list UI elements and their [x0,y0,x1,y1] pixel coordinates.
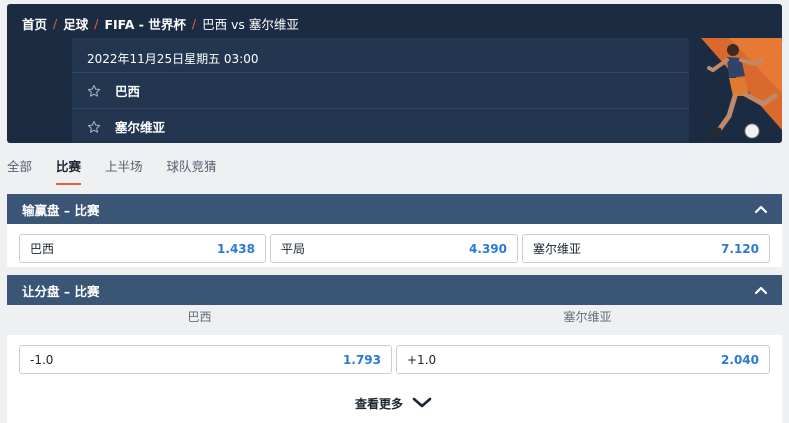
handicap-home-header: 巴西 [187,310,212,324]
market-tabs: 全部 比赛 上半场 球队竞猜 [7,150,241,185]
odds-value: 2.040 [721,352,759,367]
handicap-line: +1.0 [407,352,437,367]
odds-value: 1.793 [343,352,381,367]
breadcrumb-separator: / [53,15,58,31]
tab-first-half[interactable]: 上半场 [105,150,143,185]
breadcrumb-competition[interactable]: FIFA - 世界杯 [104,14,185,33]
breadcrumb-football[interactable]: 足球 [63,14,88,33]
handicap-line: -1.0 [30,352,54,367]
chevron-up-icon[interactable] [754,283,768,297]
odds-value: 4.390 [469,241,507,256]
breadcrumb-match: 巴西 vs 塞尔维亚 [202,16,299,32]
handicap-away-header: 塞尔维亚 [563,310,612,324]
football-player-illustration [701,38,782,139]
match-header: 首页 / 足球 / FIFA - 世界杯 / 巴西 vs 塞尔维亚 2022年1… [7,4,782,143]
breadcrumb: 首页 / 足球 / FIFA - 世界杯 / 巴西 vs 塞尔维亚 [22,13,299,33]
handicap-button-away[interactable]: +1.0 2.040 [396,345,770,374]
tab-all[interactable]: 全部 [7,150,32,185]
team-row-home: 巴西 [72,72,689,108]
handicap-panel-header[interactable]: 让分盘 – 比赛 [7,275,782,305]
home-team-name: 巴西 [115,84,141,99]
odds-label: 巴西 [30,242,55,256]
handicap-title: 让分盘 – 比赛 [22,283,100,299]
odds-value: 7.120 [721,241,759,256]
moneyline-panel-header[interactable]: 输赢盘 – 比赛 [7,194,782,224]
see-more-label: 查看更多 [355,396,404,411]
away-team-name: 塞尔维亚 [115,120,166,135]
moneyline-title: 输赢盘 – 比赛 [22,202,100,218]
match-info: 2022年11月25日星期五 03:00 巴西 塞尔维亚 [72,38,689,143]
tab-match[interactable]: 比赛 [56,150,82,185]
breadcrumb-separator: / [191,15,197,31]
breadcrumb-separator: / [94,15,99,31]
odds-label: 塞尔维亚 [533,242,582,256]
star-icon[interactable] [87,84,101,98]
chevron-down-icon [412,397,432,408]
odds-button-away[interactable]: 塞尔维亚 7.120 [522,234,770,263]
tab-team-props[interactable]: 球队竞猜 [167,150,217,185]
odds-value: 1.438 [217,241,255,256]
handicap-button-home[interactable]: -1.0 1.793 [19,345,392,374]
breadcrumb-home[interactable]: 首页 [22,14,47,33]
chevron-up-icon[interactable] [754,202,768,216]
match-date: 2022年11月25日星期五 03:00 [87,52,259,66]
odds-button-draw[interactable]: 平局 4.390 [270,234,518,263]
team-row-away: 塞尔维亚 [72,108,689,143]
moneyline-panel-body: 巴西 1.438 平局 4.390 塞尔维亚 7.120 [7,224,782,267]
star-icon[interactable] [87,120,101,134]
odds-button-home[interactable]: 巴西 1.438 [19,234,266,263]
odds-label: 平局 [281,242,306,256]
see-more-button[interactable]: 查看更多 [355,392,433,414]
